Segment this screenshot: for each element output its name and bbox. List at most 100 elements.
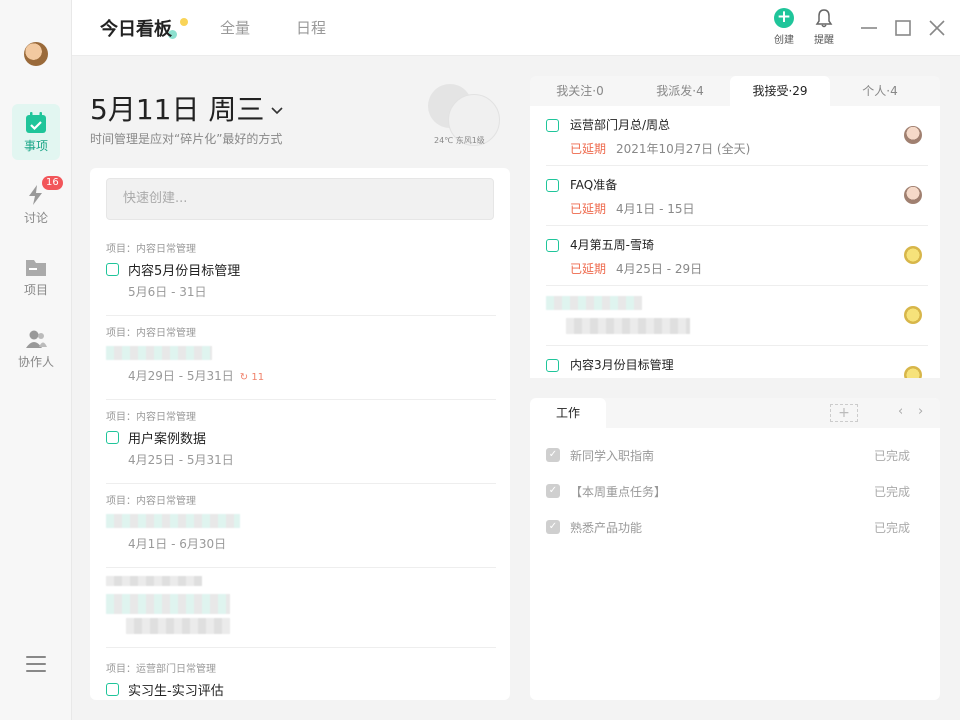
task-date-range: 4月1日 - 6月30日 — [128, 537, 227, 551]
completed-task[interactable]: ✓ 新同学入职指南 已完成 — [546, 444, 926, 468]
task-item[interactable]: 项目：内容日常管理 4月1日 - 6月30日 — [106, 484, 496, 568]
date-selector[interactable]: 5月11日 周三 — [90, 88, 284, 128]
completed-task[interactable]: ✓ 【本周重点任务】 已完成 — [546, 480, 926, 504]
task-project: 项目：内容日常管理 — [106, 412, 196, 423]
minimize-icon[interactable] — [858, 17, 880, 39]
plus-icon: + — [774, 8, 794, 28]
tab-dispatched[interactable]: 我派发·4 — [630, 76, 730, 106]
task-checkbox[interactable] — [106, 263, 119, 276]
task-checkbox[interactable] — [106, 683, 119, 696]
task-title: 实习生-实习评估 — [128, 684, 224, 699]
decor-dot — [180, 18, 188, 26]
folder-icon — [26, 260, 46, 276]
tab-personal[interactable]: 个人·4 — [830, 76, 930, 106]
task-title: 内容5月份目标管理 — [128, 264, 241, 279]
task-project: 项目：内容日常管理 — [106, 496, 196, 507]
sidebar-item-discuss[interactable]: 讨论 16 — [12, 176, 63, 232]
maximize-icon[interactable] — [892, 17, 914, 39]
task-status: 已完成 — [873, 521, 910, 535]
menu-icon[interactable] — [26, 656, 46, 674]
task-item[interactable]: 项目：运营部门日常管理 实习生-实习评估 — [106, 652, 496, 700]
task-checkbox[interactable] — [106, 431, 119, 444]
tab-today-board[interactable]: 今日看板 — [100, 15, 172, 41]
task-title: 熟悉产品功能 — [570, 521, 643, 535]
repeat-count: ↻ 11 — [239, 372, 265, 383]
task-status: 已完成 — [873, 449, 910, 463]
blurred-task-title — [106, 346, 212, 360]
remind-button[interactable]: 提醒 — [806, 8, 842, 46]
sidebar-item-tasks[interactable]: 事项 — [12, 104, 60, 160]
task-checkbox[interactable] — [546, 119, 559, 132]
chevron-left-icon[interactable]: ‹ — [898, 404, 903, 419]
list-item[interactable]: 内容3月份目标管理 — [546, 346, 928, 378]
blurred-task-title — [106, 594, 230, 614]
task-project: 项目：内容日常管理 — [106, 328, 196, 339]
people-icon — [26, 330, 47, 348]
list-item[interactable]: 运营部门月总/周总 已延期 2021年10月27日 (全天) — [546, 106, 928, 166]
task-item[interactable]: 项目：内容日常管理 用户案例数据 4月25日 - 5月31日 — [106, 400, 496, 484]
unread-badge: 16 — [42, 176, 63, 190]
work-panel: 工作 + ‹ › ✓ 新同学入职指南 已完成 ✓ 【本周重点任务】 已完成 ✓ … — [530, 398, 940, 700]
work-panel-header: 工作 + ‹ › — [530, 398, 940, 428]
remind-label: 提醒 — [814, 35, 834, 46]
avatar[interactable] — [24, 42, 48, 66]
weather-widget: 24℃ 东风1级 — [424, 80, 504, 150]
sidebar-item-collaborators[interactable]: 协作人 — [12, 320, 60, 376]
check-icon[interactable]: ✓ — [546, 520, 560, 534]
task-title: 用户案例数据 — [128, 432, 207, 447]
list-item[interactable]: 4月第五周-雪琦 已延期 4月25日 - 29日 — [546, 226, 928, 286]
assignee-avatar — [904, 306, 922, 324]
date-range-text: 4月29日 - 5月31日 — [128, 369, 234, 383]
sidebar-item-label: 协作人 — [17, 355, 54, 369]
assignee-avatar — [904, 186, 922, 204]
sidebar-item-label: 讨论 — [23, 211, 48, 225]
sidebar: 事项 讨论 16 项目 协作人 — [0, 0, 72, 720]
add-list-button[interactable]: + — [830, 404, 858, 422]
blurred-task-title — [106, 514, 240, 528]
task-date-range: 4月25日 - 5月31日 — [128, 453, 234, 467]
list-item[interactable] — [546, 286, 928, 346]
sidebar-item-projects[interactable]: 项目 — [12, 248, 60, 304]
page-subtitle: 时间管理是应对“碎片化”最好的方式 — [90, 132, 283, 146]
task-date: 4月1日 - 15日 — [616, 202, 695, 216]
task-title: FAQ准备 — [570, 178, 618, 192]
assignment-tabs: 我关注·0 我派发·4 我接受·29 个人·4 — [530, 76, 940, 106]
blurred-task-title — [546, 296, 642, 310]
task-date-range: 5月6日 - 31日 — [128, 285, 207, 299]
tab-schedule[interactable]: 日程 — [296, 17, 326, 38]
close-icon[interactable] — [926, 17, 948, 39]
task-date-range: 4月29日 - 5月31日 ↻ 11 — [128, 367, 264, 384]
list-item[interactable]: FAQ准备 已延期 4月1日 - 15日 — [546, 166, 928, 226]
sidebar-item-label: 项目 — [23, 283, 48, 297]
chevron-right-icon[interactable]: › — [918, 404, 923, 419]
task-project: 项目：运营部门日常管理 — [106, 664, 216, 675]
top-bar: 今日看板 全量 日程 + 创建 提醒 — [72, 0, 960, 56]
tab-all[interactable]: 全量 — [220, 17, 250, 38]
task-checkbox[interactable] — [546, 179, 559, 192]
overdue-label: 已延期 — [570, 262, 607, 276]
create-button[interactable]: + 创建 — [766, 8, 802, 46]
task-item[interactable] — [106, 568, 496, 648]
task-title: 【本周重点任务】 — [570, 485, 667, 499]
overdue-label: 已延期 — [570, 142, 607, 156]
task-checkbox[interactable] — [546, 359, 559, 372]
assignee-avatar — [904, 246, 922, 264]
tab-work[interactable]: 工作 — [530, 398, 606, 428]
tab-received[interactable]: 我接受·29 — [730, 76, 830, 106]
task-status: 已完成 — [873, 485, 910, 499]
check-icon[interactable]: ✓ — [546, 484, 560, 498]
quick-create-input[interactable]: 快速创建... — [106, 178, 494, 220]
completed-task[interactable]: ✓ 熟悉产品功能 已完成 — [546, 516, 926, 540]
check-icon[interactable]: ✓ — [546, 448, 560, 462]
calendar-check-icon — [26, 112, 46, 133]
bell-icon — [815, 9, 833, 28]
current-date: 5月11日 周三 — [90, 93, 265, 126]
task-title: 4月第五周-雪琦 — [570, 238, 654, 252]
task-date: 2021年10月27日 (全天) — [616, 142, 751, 156]
task-item[interactable]: 项目：内容日常管理 4月29日 - 5月31日 ↻ 11 — [106, 316, 496, 400]
task-checkbox[interactable] — [546, 239, 559, 252]
weather-text: 24℃ 东风1级 — [434, 136, 485, 145]
task-item[interactable]: 项目：内容日常管理 内容5月份目标管理 5月6日 - 31日 — [106, 232, 496, 316]
tab-following[interactable]: 我关注·0 — [530, 76, 630, 106]
task-project: 项目：内容日常管理 — [106, 244, 196, 255]
